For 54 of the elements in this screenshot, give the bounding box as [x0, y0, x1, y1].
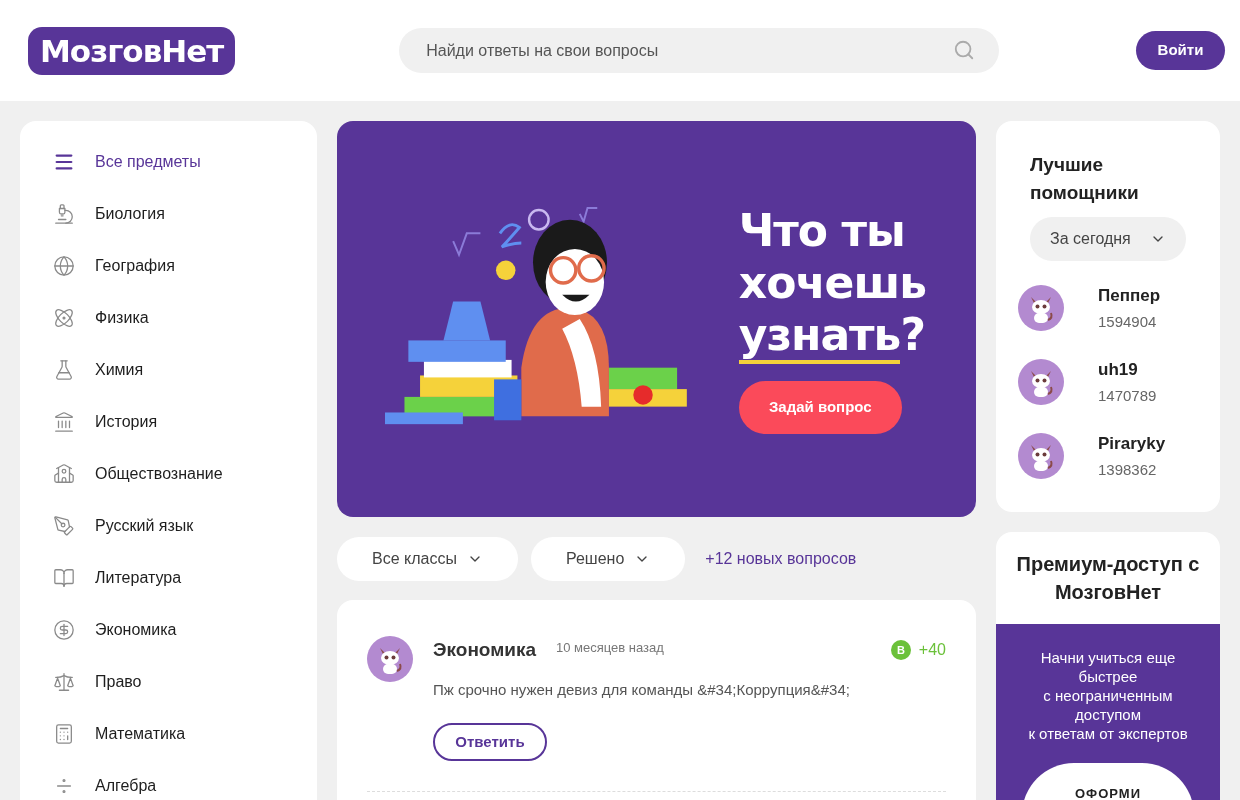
cat-avatar	[1018, 433, 1064, 479]
subject-link[interactable]: Обществознание	[53, 448, 284, 500]
subject-link[interactable]: Экономика	[53, 604, 284, 656]
new-questions-link[interactable]: +12 новых вопросов	[705, 547, 857, 571]
subject-link[interactable]: История	[53, 396, 284, 448]
dollar-coin-icon	[53, 619, 75, 641]
promo-text: к ответам от экспертов	[1028, 724, 1188, 743]
helper-name[interactable]: Piraryky	[1098, 431, 1166, 457]
column-icon	[53, 411, 75, 433]
login-button[interactable]: Войти	[1136, 31, 1225, 70]
answer-button[interactable]: Ответить	[433, 723, 547, 761]
search-field[interactable]: Найди ответы на свои вопросы	[399, 28, 1000, 73]
filter-dropdown[interactable]: Все классы	[337, 537, 518, 581]
subject-link[interactable]: География	[53, 240, 284, 292]
question-text[interactable]: Пж срочно нужен девиз для команды &#34;Коррупция&#34;	[433, 678, 946, 701]
subject-link[interactable]: Алгебра	[53, 760, 284, 800]
helper-name[interactable]: uh19	[1098, 357, 1157, 383]
subject-link[interactable]: Право	[53, 656, 284, 708]
search-icon[interactable]	[953, 39, 976, 61]
question-time: 10 месяцев назад	[556, 638, 664, 657]
points-badge-icon: B	[890, 640, 911, 661]
book-icon	[53, 567, 75, 589]
premium-title: Премиум-доступ с МозговНет	[1015, 552, 1201, 605]
filter-dropdown[interactable]: Решено	[530, 537, 686, 581]
points-value: +40	[918, 640, 946, 661]
subject-link[interactable]: Биология	[53, 188, 284, 240]
card-title: Лучшие помощники	[1029, 153, 1140, 205]
helper-name[interactable]: Пеппер	[1098, 283, 1161, 309]
helper-score: 1398362	[1098, 459, 1158, 480]
cat-avatar	[367, 636, 413, 682]
subject-link[interactable]: Физика	[53, 292, 284, 344]
cat-avatar	[1018, 285, 1064, 331]
question-subject[interactable]: Экономика	[433, 636, 537, 665]
scales-icon	[53, 671, 75, 693]
helper-score: 1470789	[1098, 385, 1157, 406]
building-icon	[53, 463, 75, 485]
calculator-icon	[53, 723, 75, 745]
subject-link[interactable]: Химия	[53, 344, 284, 396]
subject-link[interactable]: Литература	[53, 552, 284, 604]
flask-icon	[53, 359, 75, 381]
subject-link[interactable]: Все предметы	[53, 136, 284, 188]
globe-icon	[53, 255, 75, 277]
hero-headline: Что ты хочешь узнать?	[738, 204, 926, 361]
subscribe-button[interactable]: ОФОРМИ	[1022, 763, 1194, 800]
helper-score: 1594904	[1098, 311, 1158, 332]
pen-icon	[53, 515, 75, 537]
logo[interactable]: МозговНет	[28, 26, 236, 75]
microscope-icon	[53, 203, 75, 225]
subject-link[interactable]: Русский язык	[53, 500, 284, 552]
period-dropdown[interactable]: За сегодня	[1030, 217, 1186, 261]
atom-icon	[53, 307, 75, 329]
menu-icon	[53, 151, 75, 173]
cat-avatar	[1018, 359, 1064, 405]
subject-link[interactable]: Математика	[53, 708, 284, 760]
